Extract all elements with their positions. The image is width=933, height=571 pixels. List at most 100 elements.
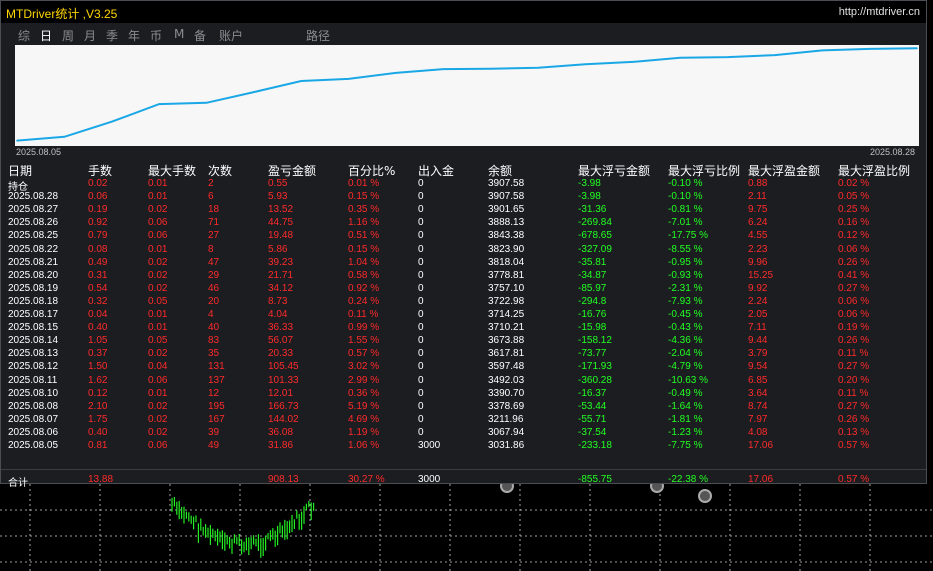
table-cell: 2025.08.28 bbox=[8, 191, 59, 203]
table-cell: 2025.08.07 bbox=[8, 413, 59, 425]
table-cell: 0.27 % bbox=[838, 400, 870, 412]
table-cell: 12.01 bbox=[268, 387, 294, 399]
table-cell: 12 bbox=[208, 387, 220, 399]
table-cell: 3.02 % bbox=[348, 361, 380, 373]
table-cell: 0.12 % bbox=[838, 230, 870, 242]
table-cell: 0.02 bbox=[148, 269, 168, 281]
chart-end-date: 2025.08.28 bbox=[870, 147, 916, 157]
table-cell: 27 bbox=[208, 230, 220, 242]
tab-6[interactable]: 币 bbox=[150, 27, 162, 44]
tab-10[interactable]: 路径 bbox=[306, 27, 330, 44]
table-cell: 2025.08.22 bbox=[8, 243, 59, 255]
table-row: 2025.08.25 0.79 0.06 27 19.48 0.51 % 0 3843.38 -… bbox=[1, 230, 926, 243]
tab-2[interactable]: 周 bbox=[62, 27, 74, 44]
table-cell: 0.26 % bbox=[838, 413, 870, 425]
table-cell: 6.85 bbox=[748, 374, 768, 386]
table-cell: 3.64 bbox=[748, 387, 768, 399]
table-cell: -35.81 bbox=[578, 256, 607, 268]
table-row: 2025.08.12 1.50 0.04 131 105.45 3.02 % 0 3597.4… bbox=[1, 361, 926, 374]
tab-4[interactable]: 季 bbox=[106, 27, 118, 44]
tab-7[interactable]: M bbox=[174, 27, 184, 41]
table-cell: 0.02 bbox=[148, 400, 168, 412]
table-cell: 0.01 bbox=[148, 243, 168, 255]
table-cell: 0 bbox=[418, 400, 424, 412]
table-header: 日期 手数 最大手数 次数 盈亏金额 百分比% 出入金 余额 最大浮亏金额 最大浮亏比例 最大浮盈金… bbox=[1, 161, 926, 178]
table-cell: -294.8 bbox=[578, 295, 607, 307]
balance-point bbox=[63, 136, 66, 138]
background-price-chart bbox=[0, 484, 933, 571]
table-cell: 2.05 bbox=[748, 309, 768, 320]
table-cell: 0.54 bbox=[88, 282, 108, 294]
trade-marker bbox=[698, 489, 712, 503]
table-cell: -37.54 bbox=[578, 426, 607, 438]
tab-9[interactable]: 账户 bbox=[219, 27, 243, 44]
table-cell: 6 bbox=[208, 191, 214, 203]
table-cell: 8.73 bbox=[268, 295, 288, 307]
table-cell: 4.08 bbox=[748, 426, 768, 438]
table-cell: 2.99 % bbox=[348, 374, 380, 386]
table-row: 2025.08.18 0.32 0.05 20 8.73 0.24 % 0 3722.98 -2… bbox=[1, 296, 926, 309]
table-cell: 0.99 % bbox=[348, 322, 380, 334]
col-header: 最大浮盈比例 bbox=[838, 164, 911, 178]
balance-point bbox=[205, 102, 208, 104]
tab-5[interactable]: 年 bbox=[128, 27, 140, 44]
table-row: 2025.08.19 0.54 0.02 46 34.12 0.92 % 0 3757.10 -… bbox=[1, 283, 926, 296]
table-row: 2025.08.06 0.40 0.02 39 36.08 1.19 % 0 3067.94 -… bbox=[1, 427, 926, 440]
table-cell: -7.75 % bbox=[668, 440, 703, 451]
table-cell: 3067.94 bbox=[488, 426, 525, 438]
col-header: 盈亏金额 bbox=[268, 164, 317, 178]
table-cell: 0.08 bbox=[88, 243, 108, 255]
table-cell: 3710.21 bbox=[488, 322, 525, 334]
table-cell: 0.02 bbox=[148, 426, 168, 438]
table-cell: 2025.08.08 bbox=[8, 400, 59, 412]
table-cell: 3818.04 bbox=[488, 256, 525, 268]
table-cell: 3673.88 bbox=[488, 335, 525, 347]
table-cell: 0.19 bbox=[88, 204, 108, 216]
table-cell: 39.23 bbox=[268, 256, 294, 268]
table-cell: 47 bbox=[208, 256, 220, 268]
table-cell: -1.81 % bbox=[668, 413, 703, 425]
table-cell: 0.57 % bbox=[838, 440, 870, 451]
table-cell: 0.92 % bbox=[348, 282, 380, 294]
table-cell: 20 bbox=[208, 295, 220, 307]
table-cell: 3843.38 bbox=[488, 230, 525, 242]
table-cell: 2025.08.25 bbox=[8, 230, 59, 242]
table-cell: 6.24 bbox=[748, 217, 768, 229]
tab-8[interactable]: 备 bbox=[194, 27, 206, 44]
col-header: 最大浮亏比例 bbox=[668, 164, 741, 178]
table-cell: 2025.08.19 bbox=[8, 282, 59, 294]
table-cell: 0 bbox=[418, 204, 424, 216]
tab-0[interactable]: 综 bbox=[18, 27, 30, 44]
table-cell: 0.01 bbox=[148, 309, 168, 320]
table-cell: 5.19 % bbox=[348, 400, 380, 412]
table-cell: 0.01 % bbox=[348, 178, 380, 189]
table-row: 2025.08.08 2.10 0.02 195 166.73 5.19 % 0 3378.6… bbox=[1, 401, 926, 414]
title-bar[interactable]: MTDriver统计 ,V3.25 http://mtdriver.cn bbox=[1, 1, 926, 23]
window-title: MTDriver统计 ,V3.25 bbox=[6, 7, 118, 21]
tab-1[interactable]: 日 bbox=[40, 27, 52, 44]
table-cell: 2025.08.26 bbox=[8, 217, 59, 229]
table-cell: 2.11 bbox=[748, 191, 767, 203]
table-cell: 0.01 bbox=[148, 191, 168, 203]
table-cell: 0.04 bbox=[88, 309, 108, 320]
table-cell: 3031.86 bbox=[488, 440, 525, 451]
table-cell: 195 bbox=[208, 400, 225, 412]
table-row: 2025.08.13 0.37 0.02 35 20.33 0.57 % 0 3617.81 -… bbox=[1, 348, 926, 361]
tab-3[interactable]: 月 bbox=[84, 27, 96, 44]
table-cell: 3907.58 bbox=[488, 178, 525, 189]
table-cell: 3823.90 bbox=[488, 243, 525, 255]
website-link[interactable]: http://mtdriver.cn bbox=[839, 6, 920, 18]
table-cell: -171.93 bbox=[578, 361, 612, 373]
balance-point bbox=[253, 91, 255, 93]
table-cell: 0 bbox=[418, 426, 424, 438]
table-cell: 0.02 bbox=[148, 204, 168, 216]
table-cell: 0.15 % bbox=[348, 243, 380, 255]
table-cell: 3901.65 bbox=[488, 204, 525, 216]
table-cell: 2025.08.13 bbox=[8, 348, 59, 360]
balance-chart-svg bbox=[16, 47, 918, 142]
balance-point bbox=[110, 120, 113, 123]
table-cell: 7.97 bbox=[748, 413, 768, 425]
table-cell: 5.93 bbox=[268, 191, 288, 203]
table-cell: 2025.08.14 bbox=[8, 335, 59, 347]
table-cell: 3778.81 bbox=[488, 269, 525, 281]
